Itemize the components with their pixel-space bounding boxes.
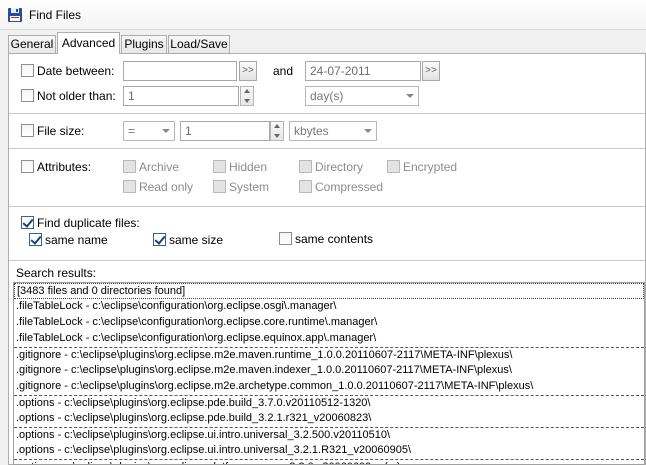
attr-encrypted-checkbox[interactable] — [387, 160, 400, 173]
file-size-value-field[interactable]: 1 — [180, 121, 270, 141]
separator — [9, 206, 645, 207]
attr-directory-checkbox[interactable] — [299, 160, 312, 173]
spin-up-icon — [244, 89, 250, 93]
tab-general[interactable]: General — [8, 35, 56, 54]
file-size-operator-select[interactable]: = — [123, 121, 175, 141]
result-row[interactable]: .gitignore - c:\eclipse\plugins\org.ecli… — [14, 347, 644, 363]
spin-down-icon — [244, 99, 250, 103]
same-size-checkbox[interactable] — [153, 233, 166, 246]
not-older-spinner[interactable] — [240, 86, 254, 106]
attr-system-label: System — [229, 180, 270, 194]
floppy-disk-icon — [8, 8, 22, 22]
advanced-panel: Date between: >> and 24-07-2011 >> Not o… — [8, 53, 646, 465]
not-older-unit-value: day(s) — [310, 89, 344, 103]
attr-readonly-label: Read only — [139, 180, 194, 194]
same-size-label: same size — [169, 233, 224, 247]
file-size-checkbox[interactable] — [21, 124, 34, 137]
result-row[interactable]: .options - c:\eclipse\plugins\org.eclips… — [14, 427, 644, 443]
file-size-unit-value: kbytes — [294, 124, 329, 138]
attr-hidden-checkbox[interactable] — [213, 160, 226, 173]
attr-hidden-label: Hidden — [229, 160, 268, 174]
date-from-field[interactable] — [123, 61, 237, 81]
date-to-picker-button[interactable]: >> — [422, 61, 440, 81]
result-row[interactable]: .options - c:\eclipse\plugins\org.eclips… — [14, 443, 644, 459]
file-size-label: File size: — [37, 124, 85, 138]
attr-compressed-label: Compressed — [315, 180, 384, 194]
not-older-checkbox[interactable] — [21, 89, 34, 102]
attr-readonly-checkbox[interactable] — [123, 180, 136, 193]
result-row[interactable]: .fileTableLock - c:\eclipse\configuratio… — [14, 315, 644, 331]
separator — [9, 148, 645, 149]
search-results-label: Search results: — [16, 266, 97, 280]
attr-directory-label: Directory — [315, 160, 364, 174]
window-title: Find Files — [29, 8, 82, 22]
separator — [9, 113, 645, 114]
not-older-value-field[interactable]: 1 — [123, 86, 239, 106]
attr-archive-label: Archive — [139, 160, 180, 174]
same-name-label: same name — [45, 233, 108, 247]
not-older-label: Not older than: — [37, 89, 116, 103]
result-row[interactable]: .gitignore - c:\eclipse\plugins\org.ecli… — [14, 363, 644, 379]
chevron-down-icon — [406, 94, 414, 98]
attr-system-checkbox[interactable] — [213, 180, 226, 193]
results-summary-row[interactable]: [3483 files and 0 directories found] — [14, 283, 644, 299]
result-row[interactable]: .fileTableLock - c:\eclipse\configuratio… — [14, 299, 644, 315]
same-name-checkbox[interactable] — [29, 233, 42, 246]
result-row[interactable]: .fileTableLock - c:\eclipse\configuratio… — [14, 331, 644, 347]
spin-up-icon — [274, 124, 280, 128]
result-row[interactable]: .options - c:\eclipse\plugins\org.eclips… — [14, 459, 644, 464]
spin-down-icon — [274, 134, 280, 138]
date-between-checkbox[interactable] — [21, 64, 34, 77]
attr-compressed-checkbox[interactable] — [299, 180, 312, 193]
attributes-checkbox[interactable] — [21, 160, 34, 173]
find-duplicates-checkbox[interactable] — [21, 216, 34, 229]
file-size-operator-value: = — [128, 124, 136, 138]
date-to-field[interactable]: 24-07-2011 — [305, 61, 421, 81]
chevron-down-icon — [162, 129, 170, 133]
file-size-unit-select[interactable]: kbytes — [289, 121, 377, 141]
same-contents-label: same contents — [295, 232, 374, 246]
title-bar: Find Files — [0, 0, 646, 30]
tab-advanced[interactable]: Advanced — [57, 32, 120, 54]
attr-archive-checkbox[interactable] — [123, 160, 136, 173]
result-row[interactable]: .options - c:\eclipse\plugins\org.eclips… — [14, 395, 644, 411]
not-older-unit-select[interactable]: day(s) — [305, 86, 419, 106]
date-from-picker-button[interactable]: >> — [239, 61, 257, 81]
separator — [9, 260, 645, 261]
file-size-spinner[interactable] — [270, 121, 284, 141]
chevron-down-icon — [364, 129, 372, 133]
and-label: and — [273, 64, 294, 78]
result-row[interactable]: .gitignore - c:\eclipse\plugins\org.ecli… — [14, 379, 644, 395]
date-between-label: Date between: — [37, 64, 115, 78]
attributes-label: Attributes: — [37, 160, 92, 174]
attr-encrypted-label: Encrypted — [403, 160, 458, 174]
result-row[interactable]: .options - c:\eclipse\plugins\org.eclips… — [14, 411, 644, 427]
tab-load-save[interactable]: Load/Save — [168, 35, 230, 54]
search-results-list[interactable]: [3483 files and 0 directories found] .fil… — [13, 282, 645, 465]
tab-plugins[interactable]: Plugins — [121, 35, 167, 54]
same-contents-checkbox[interactable] — [279, 232, 292, 245]
find-duplicates-label: Find duplicate files: — [37, 216, 140, 230]
